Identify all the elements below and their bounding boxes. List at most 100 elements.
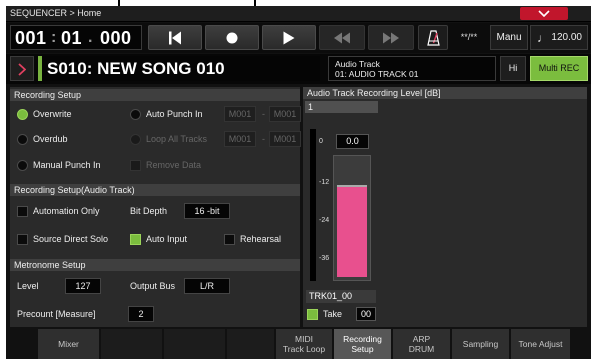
- remove-data-label: Remove Data: [146, 160, 202, 170]
- scale-tick-label: -12: [319, 179, 330, 186]
- sequencer-screen: SEQUENCER > Home 001 : 01 . 000 **/** Ma…: [6, 6, 591, 359]
- section-header-recording-setup-audio: Recording Setup(Audio Track): [10, 184, 300, 196]
- input-level-meter: [310, 129, 316, 281]
- loop-all-tracks-label: Loop All Tracks: [146, 134, 208, 144]
- multi-rec-button[interactable]: Multi REC: [530, 56, 588, 81]
- record-icon: [226, 32, 238, 43]
- loop-end-field[interactable]: M001: [269, 131, 301, 147]
- precount-label: Precount [Measure]: [17, 309, 96, 319]
- track-file-name: TRK01_00: [306, 290, 376, 303]
- location-display[interactable]: 001 : 01 . 000: [10, 25, 142, 50]
- tab-mixer[interactable]: Mixer: [38, 329, 100, 359]
- fast-forward-button[interactable]: [368, 25, 414, 50]
- play-button[interactable]: [262, 25, 316, 50]
- take-checkbox[interactable]: [307, 309, 318, 320]
- locator-separator: :: [51, 29, 57, 46]
- automation-only-checkbox[interactable]: [17, 206, 28, 217]
- rehearsal-label: Rehearsal: [240, 234, 282, 244]
- remove-data-checkbox[interactable]: [130, 160, 141, 171]
- audio-level-panel: Audio Track Recording Level [dB] 1 0 -12…: [303, 87, 587, 327]
- track-number: 1: [305, 101, 378, 113]
- page-menu-button[interactable]: [520, 7, 568, 20]
- tab-midi-track-loop[interactable]: MIDI Track Loop: [276, 329, 333, 359]
- overdub-label: Overdub: [33, 134, 68, 144]
- chevron-down-icon: [538, 10, 550, 17]
- tab-sampling[interactable]: Sampling: [452, 329, 510, 359]
- fader-handle[interactable]: [337, 185, 367, 187]
- loop-all-tracks-radio[interactable]: [130, 134, 141, 145]
- tab-tone-adjust[interactable]: Tone Adjust: [511, 329, 571, 359]
- output-bus-field[interactable]: L/R: [184, 278, 230, 294]
- tab-blank: [164, 329, 226, 359]
- transport-bar: 001 : 01 . 000 **/** Manu ♩ 120.00: [6, 23, 591, 53]
- tab-recording-setup[interactable]: Recording Setup: [334, 329, 392, 359]
- overdub-radio[interactable]: [17, 134, 28, 145]
- take-number-field[interactable]: 00: [356, 307, 376, 321]
- metronome-icon: [427, 30, 440, 46]
- peak-level-value: 0.0: [336, 134, 369, 149]
- bit-depth-label: Bit Depth: [130, 206, 168, 216]
- rehearsal-checkbox[interactable]: [224, 234, 235, 245]
- quarter-note-icon: ♩: [537, 31, 549, 45]
- automation-only-label: Automation Only: [33, 206, 100, 216]
- record-button[interactable]: [205, 25, 259, 50]
- manual-punch-in-label: Manual Punch In: [33, 160, 101, 170]
- punch-in-end-field[interactable]: M001: [269, 106, 301, 122]
- auto-input-checkbox[interactable]: [130, 234, 141, 245]
- meter-display[interactable]: **/**: [450, 32, 488, 42]
- punch-in-start-field[interactable]: M001: [224, 106, 256, 122]
- audio-level-title: Audio Track Recording Level [dB]: [303, 87, 587, 99]
- rewind-to-start-icon: [169, 31, 181, 44]
- rewind-button[interactable]: [319, 25, 365, 50]
- track-select[interactable]: Audio Track 01: AUDIO TRACK 01: [328, 56, 496, 81]
- breadcrumb: SEQUENCER > Home: [10, 8, 102, 18]
- song-row: S010: NEW SONG 010 Audio Track 01: AUDIO…: [6, 54, 591, 84]
- metronome-button[interactable]: [418, 25, 448, 50]
- manual-punch-in-radio[interactable]: [17, 160, 28, 171]
- range-dash: -: [262, 134, 265, 144]
- scale-tick-label: -36: [319, 255, 330, 262]
- overwrite-radio[interactable]: [17, 109, 28, 120]
- locator-separator: .: [88, 29, 93, 46]
- section-header-metronome-setup: Metronome Setup: [10, 259, 300, 271]
- overwrite-label: Overwrite: [33, 109, 72, 119]
- page-tab-bar: Mixer MIDI Track Loop Recording Setup AR…: [6, 329, 591, 359]
- measure-value[interactable]: 001: [15, 28, 47, 49]
- bit-depth-field[interactable]: 16 -bit: [184, 203, 230, 219]
- track-name: 01: AUDIO TRACK 01: [335, 69, 419, 79]
- tempo-value: 120.00: [551, 32, 582, 43]
- beat-value[interactable]: 01: [61, 28, 82, 49]
- auto-input-label: Auto Input: [146, 234, 188, 244]
- hi-button[interactable]: Hi: [500, 56, 526, 81]
- section-header-recording-setup: Recording Setup: [10, 89, 300, 101]
- breadcrumb-bar: SEQUENCER > Home: [6, 6, 591, 22]
- auto-punch-in-radio[interactable]: [130, 109, 141, 120]
- recording-setup-panel: Recording Setup Overwrite Auto Punch In …: [10, 87, 301, 327]
- auto-punch-in-label: Auto Punch In: [146, 109, 203, 119]
- recording-level-fader[interactable]: [333, 155, 371, 281]
- tab-blank: [101, 329, 163, 359]
- play-icon: [283, 31, 295, 44]
- level-label: Level: [17, 281, 39, 291]
- rewind-icon: [334, 32, 350, 43]
- source-direct-solo-label: Source Direct Solo: [33, 234, 109, 244]
- rewind-to-start-button[interactable]: [148, 25, 202, 50]
- tick-value[interactable]: 000: [100, 28, 132, 49]
- chevron-right-icon: [18, 63, 26, 76]
- fast-forward-icon: [383, 32, 399, 43]
- source-direct-solo-checkbox[interactable]: [17, 234, 28, 245]
- precount-field[interactable]: 2: [128, 306, 154, 322]
- fader-level-fill: [337, 187, 367, 277]
- range-dash: -: [262, 109, 265, 119]
- song-select-button[interactable]: [10, 56, 34, 81]
- loop-start-field[interactable]: M001: [224, 131, 256, 147]
- tab-arp-drum[interactable]: ARP DRUM: [393, 329, 451, 359]
- tempo-mode-button[interactable]: Manu: [490, 25, 528, 50]
- tempo-field[interactable]: ♩ 120.00: [530, 25, 588, 50]
- level-field[interactable]: 127: [65, 278, 101, 294]
- take-label: Take: [323, 309, 343, 319]
- output-bus-label: Output Bus: [130, 281, 176, 291]
- scale-tick-label: -24: [319, 217, 330, 224]
- scale-tick-label: 0: [319, 138, 323, 145]
- song-name[interactable]: S010: NEW SONG 010: [38, 56, 320, 81]
